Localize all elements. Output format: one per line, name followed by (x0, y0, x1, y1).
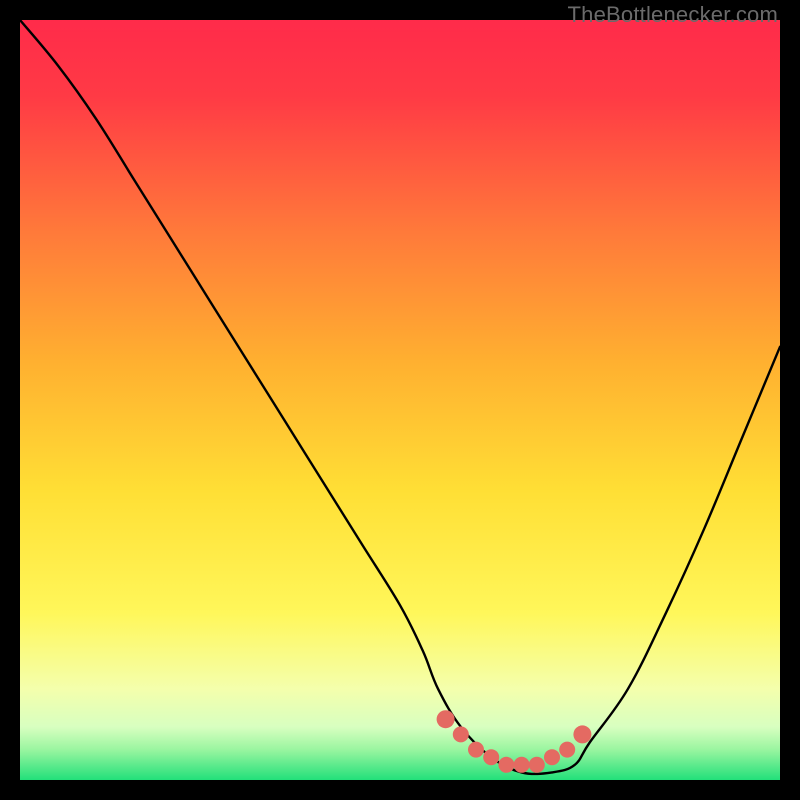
optimal-marker (468, 742, 484, 758)
chart-frame (20, 20, 780, 780)
optimal-marker (529, 757, 545, 773)
optimal-marker (544, 749, 560, 765)
optimal-marker (559, 742, 575, 758)
watermark-text: TheBottlenecker.com (568, 2, 778, 28)
optimal-marker (573, 725, 591, 743)
optimal-marker (514, 757, 530, 773)
gradient-background (20, 20, 780, 780)
optimal-marker (453, 726, 469, 742)
bottleneck-chart (20, 20, 780, 780)
optimal-marker (437, 710, 455, 728)
optimal-marker (498, 757, 514, 773)
optimal-marker (483, 749, 499, 765)
